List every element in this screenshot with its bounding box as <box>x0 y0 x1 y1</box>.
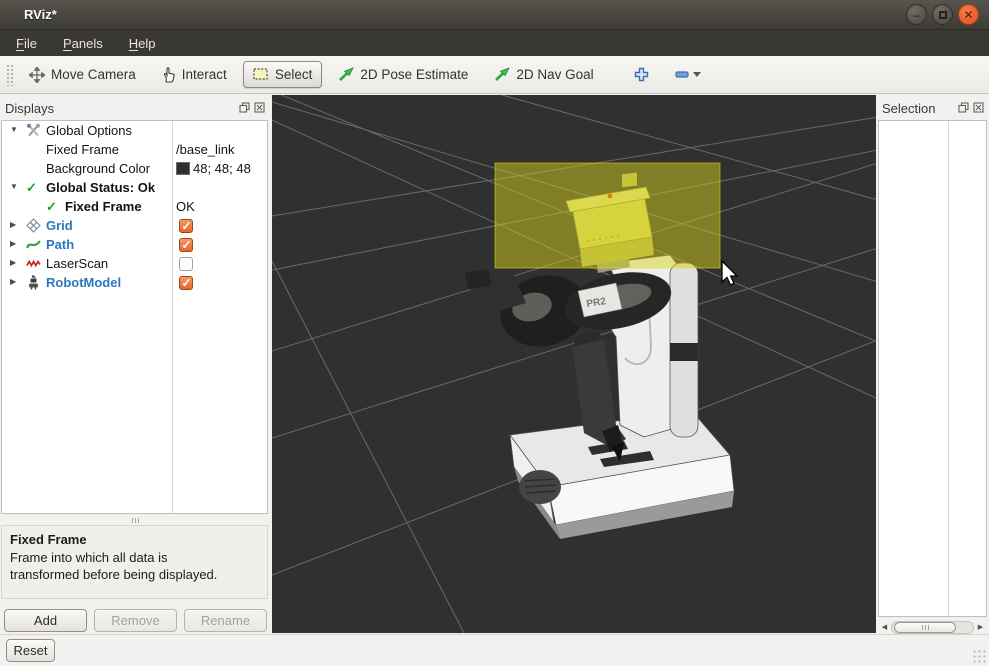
minimize-button[interactable]: – <box>906 4 927 25</box>
selection-hscrollbar: ◀ ▶ <box>878 620 987 634</box>
tree-row-laserscan[interactable]: ▶ LaserScan <box>2 254 267 273</box>
add-display-button[interactable]: Add <box>4 609 87 632</box>
display-buttons-row: Add Remove Rename <box>4 609 267 633</box>
tree-row-background-color[interactable]: Background Color 48; 48; 48 <box>2 159 267 178</box>
minus-icon <box>675 71 689 78</box>
selection-tree[interactable] <box>878 120 987 617</box>
laserscan-icon <box>26 256 41 271</box>
green-arrow-icon <box>338 67 354 82</box>
description-title: Fixed Frame <box>10 531 259 549</box>
expander-closed-icon[interactable]: ▶ <box>10 220 16 229</box>
window-resize-grip[interactable] <box>972 649 987 664</box>
tree-row-global-status[interactable]: ▼ ✓ Global Status: Ok <box>2 178 267 197</box>
description-line: Frame into which all data is <box>10 549 259 567</box>
window-title: RViz* <box>24 7 57 22</box>
laserscan-enabled-checkbox[interactable] <box>179 257 193 271</box>
toolbar: Move Camera Interact Select 2D Pose Esti… <box>0 56 989 94</box>
close-button[interactable]: ✕ <box>958 4 979 25</box>
remove-tool-button[interactable] <box>665 65 711 84</box>
float-panel-icon[interactable] <box>239 101 250 116</box>
tree-row-fixed-frame[interactable]: Fixed Frame /base_link <box>2 140 267 159</box>
titlebar[interactable]: RViz* – ✕ <box>0 0 989 30</box>
expander-closed-icon[interactable]: ▶ <box>10 277 16 286</box>
menu-panels[interactable]: Panels <box>63 36 103 51</box>
statusbar: Reset <box>0 634 989 666</box>
add-tool-button[interactable] <box>624 61 659 88</box>
panel-splitter-handle[interactable] <box>0 516 270 525</box>
window-controls: – ✕ <box>906 4 979 25</box>
chevron-down-icon <box>693 72 701 77</box>
tool-2d-pose-estimate[interactable]: 2D Pose Estimate <box>328 61 478 88</box>
tools-icon <box>26 123 41 138</box>
render-scene: PR2 <box>272 95 876 633</box>
menu-help[interactable]: Help <box>129 36 156 51</box>
selection-panel-header: Selection <box>877 96 989 120</box>
move-camera-icon <box>29 67 45 83</box>
rviz-window: { "window": { "title": "RViz*" }, "menub… <box>0 0 989 666</box>
interact-hand-icon <box>162 67 176 83</box>
close-panel-icon[interactable] <box>973 101 984 116</box>
path-icon <box>26 237 41 252</box>
selection-panel: Selection ◀ ▶ <box>877 96 989 636</box>
scroll-right-icon[interactable]: ▶ <box>974 621 987 634</box>
robotmodel-enabled-checkbox[interactable] <box>179 276 193 290</box>
expander-open-icon[interactable]: ▼ <box>10 125 18 134</box>
tree-row-global-options[interactable]: ▼ Global Options <box>2 121 267 140</box>
grid-icon <box>26 218 41 233</box>
rename-display-button[interactable]: Rename <box>184 609 267 632</box>
remove-display-button[interactable]: Remove <box>94 609 177 632</box>
tool-2d-nav-goal[interactable]: 2D Nav Goal <box>484 61 603 88</box>
tree-row-grid[interactable]: ▶ Grid <box>2 216 267 235</box>
tree-row-path[interactable]: ▶ Path <box>2 235 267 254</box>
selection-panel-title: Selection <box>882 101 935 116</box>
reset-button[interactable]: Reset <box>6 639 55 662</box>
color-swatch[interactable] <box>176 162 190 175</box>
maximize-icon <box>939 11 947 19</box>
plus-icon <box>634 67 649 82</box>
toolbar-drag-handle[interactable] <box>6 64 13 86</box>
tree-row-robotmodel[interactable]: ▶ RobotModel <box>2 273 267 292</box>
status-ok-check-icon: ✓ <box>26 180 41 195</box>
tool-select[interactable]: Select <box>243 61 323 88</box>
displays-tree: ▼ Global Options Fixed Frame /base_link … <box>1 120 268 514</box>
scroll-left-icon[interactable]: ◀ <box>878 621 891 634</box>
menu-file[interactable]: File <box>16 36 37 51</box>
select-rect-icon <box>253 68 269 81</box>
selection-rubber-band <box>495 163 720 268</box>
3d-viewport[interactable]: PR2 <box>272 95 876 633</box>
grid-enabled-checkbox[interactable] <box>179 219 193 233</box>
expander-closed-icon[interactable]: ▶ <box>10 258 16 267</box>
displays-panel: Displays ▼ Global Options <box>0 96 270 636</box>
expander-open-icon[interactable]: ▼ <box>10 182 18 191</box>
fixed-frame-value[interactable]: /base_link <box>176 142 235 157</box>
expander-closed-icon[interactable]: ▶ <box>10 239 16 248</box>
displays-panel-title: Displays <box>5 101 54 116</box>
tool-move-camera[interactable]: Move Camera <box>19 61 146 89</box>
background-color-value[interactable]: 48; 48; 48 <box>193 161 251 176</box>
scrollbar-track[interactable] <box>891 621 974 634</box>
scrollbar-thumb[interactable] <box>894 622 956 633</box>
close-panel-icon[interactable] <box>254 101 265 116</box>
status-ok-check-icon: ✓ <box>46 199 61 214</box>
menubar: File Panels Help <box>0 30 989 56</box>
path-enabled-checkbox[interactable] <box>179 238 193 252</box>
selection-column-divider <box>948 121 949 616</box>
displays-panel-header: Displays <box>0 96 270 120</box>
maximize-button[interactable] <box>932 4 953 25</box>
green-arrow-icon <box>494 67 510 82</box>
property-description: Fixed Frame Frame into which all data is… <box>1 525 268 599</box>
description-line: transformed before being displayed. <box>10 566 259 584</box>
robot-icon <box>26 275 41 290</box>
tree-row-fixed-frame-status[interactable]: ✓ Fixed Frame OK <box>2 197 267 216</box>
float-panel-icon[interactable] <box>958 101 969 116</box>
tool-interact[interactable]: Interact <box>152 61 237 89</box>
